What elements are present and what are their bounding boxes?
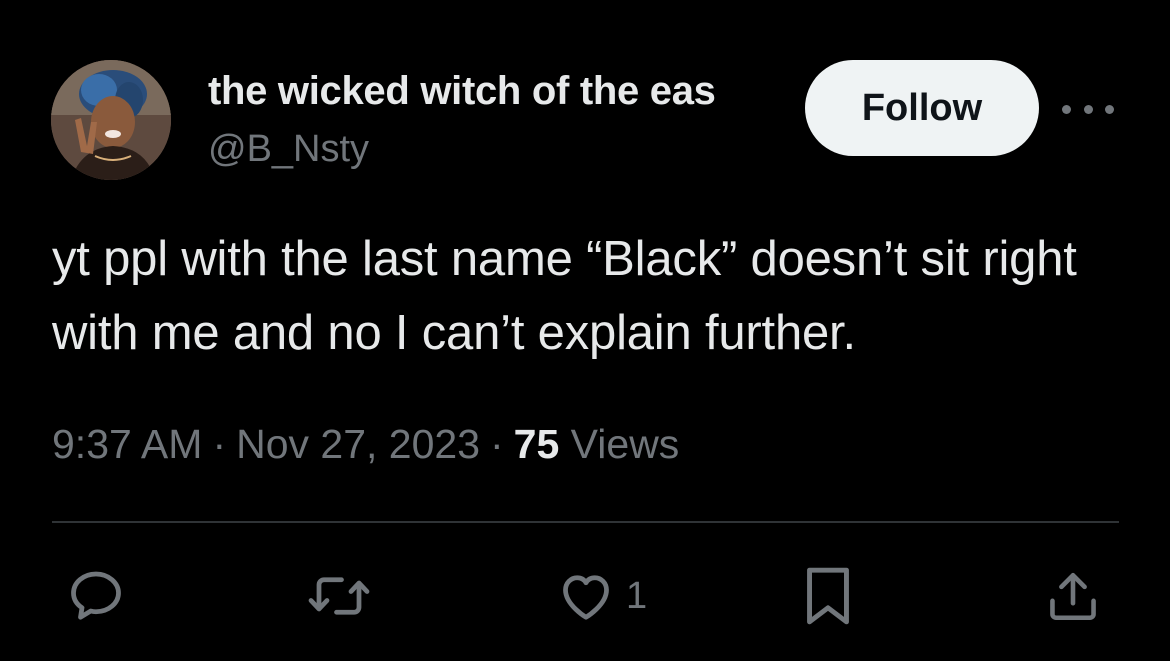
reply-icon <box>71 571 121 620</box>
more-dot <box>1083 104 1093 114</box>
share-button[interactable] <box>1044 564 1102 628</box>
tweet-text: yt ppl with the last name “Black” doesn’… <box>52 232 1077 360</box>
share-icon <box>1050 572 1096 621</box>
avatar-image <box>51 60 171 180</box>
like-button[interactable]: 1 <box>556 564 647 628</box>
views-label: Views <box>570 421 680 467</box>
avatar[interactable] <box>51 60 171 180</box>
follow-button[interactable]: Follow <box>805 60 1039 156</box>
tweet-time[interactable]: 9:37 AM <box>52 421 202 467</box>
user-handle[interactable]: @B_Nsty <box>208 126 369 172</box>
retweet-button[interactable] <box>306 564 372 628</box>
display-name[interactable]: the wicked witch of the eas <box>208 66 786 116</box>
like-count: 1 <box>626 575 648 617</box>
meta-separator: · <box>490 421 504 467</box>
bookmark-button[interactable] <box>800 564 856 628</box>
views-count: 75 <box>513 421 560 467</box>
retweet-icon <box>308 577 370 615</box>
heart-icon <box>563 575 609 620</box>
tweet-date[interactable]: Nov 27, 2023 <box>236 421 480 467</box>
bookmark-icon <box>807 567 849 625</box>
more-options-icon[interactable] <box>1062 92 1114 126</box>
divider <box>52 521 1119 523</box>
more-dot <box>1105 104 1114 114</box>
meta-separator: · <box>212 421 227 467</box>
reply-button[interactable] <box>66 564 126 628</box>
tweet-meta: 9:37 AM · Nov 27, 2023 · 75 Views <box>52 416 679 472</box>
more-dot <box>1062 104 1071 114</box>
tweet-card: the wicked witch of the eas @B_Nsty Foll… <box>0 0 1170 661</box>
